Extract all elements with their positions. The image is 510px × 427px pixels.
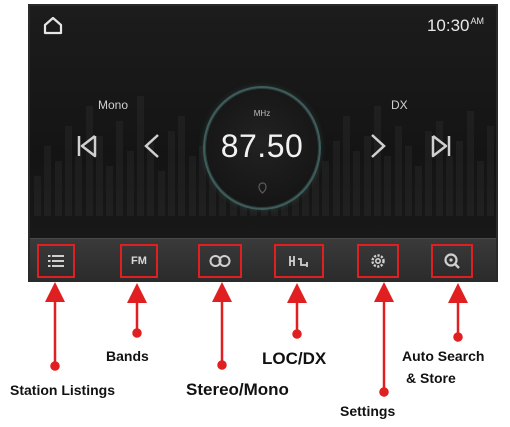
auto-search-button[interactable] <box>431 244 473 278</box>
callout-station-listings: Station Listings <box>10 382 115 398</box>
eq-bar <box>75 156 83 216</box>
callout-settings: Settings <box>340 403 396 419</box>
bands-button[interactable]: FM <box>120 244 158 278</box>
clock-time: 10:30 <box>426 16 470 35</box>
next-icon[interactable] <box>360 128 396 164</box>
eq-bar <box>54 161 62 216</box>
station-list-icon <box>48 255 64 267</box>
mono-indicator: Mono <box>98 98 129 112</box>
eq-bar <box>322 161 330 216</box>
station-list-button[interactable] <box>37 244 75 278</box>
fm-band-label: FM <box>131 255 147 267</box>
eq-bar <box>34 176 41 216</box>
dot-stereo-mono <box>217 360 227 370</box>
frequency-display: 87.50 <box>220 128 304 164</box>
eq-bar <box>178 116 186 216</box>
eq-bar <box>44 146 52 216</box>
skip-previous-icon[interactable] <box>70 128 106 164</box>
skip-next-icon[interactable] <box>422 128 458 164</box>
radio-screen: 10:30AM Mono DX MHz 87.50 FM <box>28 4 498 282</box>
previous-icon[interactable] <box>134 128 170 164</box>
loc-dx-icon <box>289 256 308 267</box>
callout-auto-search-line1: Auto Search <box>402 348 485 364</box>
eq-bar <box>116 121 124 216</box>
dot-station-listings <box>50 361 60 371</box>
eq-bar <box>188 156 196 216</box>
callout-stereo-mono: Stereo/Mono <box>186 380 289 399</box>
dot-bands <box>132 328 142 338</box>
clock: 10:30AM <box>427 16 484 36</box>
eq-bar <box>332 141 340 216</box>
eq-bar <box>106 166 114 216</box>
auto-search-icon <box>444 253 460 269</box>
clock-ampm: AM <box>470 16 485 26</box>
eq-bar <box>384 156 392 216</box>
dot-auto-search <box>453 332 463 342</box>
dot-loc-dx <box>292 329 302 339</box>
callout-bands: Bands <box>106 348 149 364</box>
band-unit: MHz <box>253 109 271 118</box>
stereo-mono-button[interactable] <box>198 244 242 278</box>
eq-bar <box>466 111 474 216</box>
frequency-dial[interactable]: MHz 87.50 <box>203 86 321 210</box>
callout-auto-search: Auto Search & Store <box>402 345 484 389</box>
eq-bar <box>157 171 165 216</box>
stereo-mono-icon <box>209 255 231 267</box>
eq-bar <box>476 161 484 216</box>
home-icon[interactable] <box>42 15 64 35</box>
bottom-toolbar: FM <box>30 238 496 280</box>
callout-auto-search-line2: & Store <box>406 370 456 386</box>
eq-bar <box>487 126 495 216</box>
tuning-marker-icon <box>258 182 267 194</box>
settings-icon <box>371 254 385 268</box>
eq-bar <box>415 166 423 216</box>
settings-button[interactable] <box>357 244 399 278</box>
dot-settings <box>379 387 389 397</box>
dx-indicator: DX <box>391 98 408 112</box>
eq-bar <box>446 156 453 216</box>
callout-loc-dx: LOC/DX <box>262 349 327 368</box>
eq-bar <box>343 116 350 216</box>
loc-dx-button[interactable] <box>274 244 324 278</box>
eq-bar <box>126 151 134 216</box>
eq-bar <box>404 146 412 216</box>
